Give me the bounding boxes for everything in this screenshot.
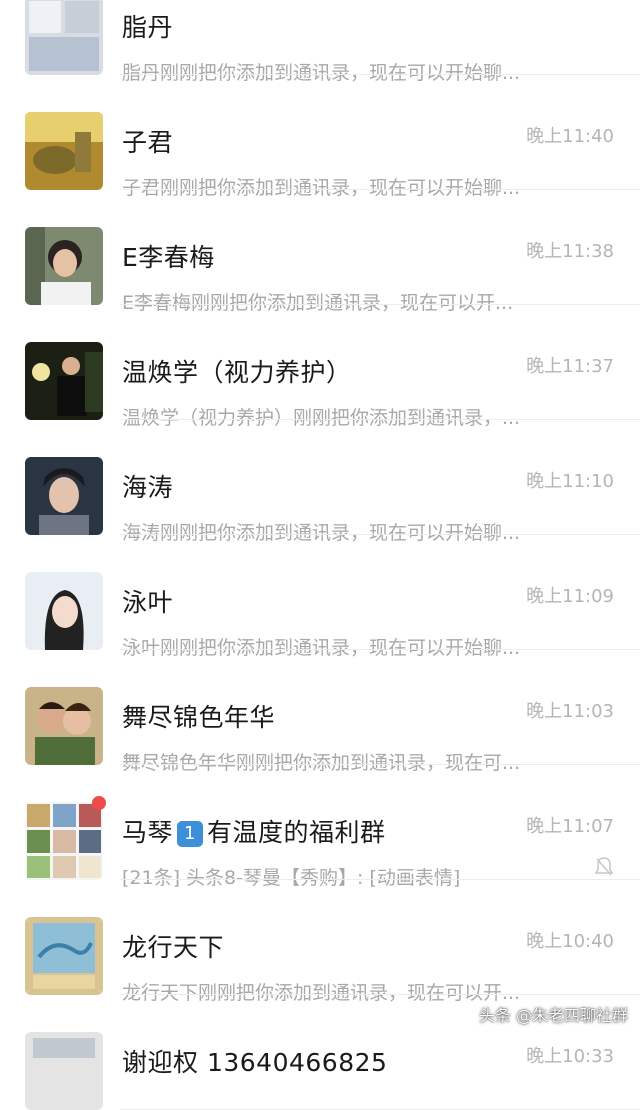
unread-dot bbox=[92, 796, 106, 810]
avatar bbox=[25, 0, 103, 75]
watermark: 头条 @朱老四聊社群 bbox=[478, 1006, 628, 1025]
avatar bbox=[25, 457, 103, 535]
chat-name-part: 有温度的福利群 bbox=[207, 818, 386, 847]
chat-name: 谢迎权 13640466825 bbox=[122, 1048, 388, 1077]
chat-row[interactable]: 泳叶 泳叶刚刚把你添加到通讯录，现在可以开始聊... 晚上11:09 bbox=[0, 535, 640, 659]
keycap-number-badge: 1 bbox=[177, 821, 204, 847]
chat-time: 晚上11:40 bbox=[526, 126, 614, 147]
chat-time: 晚上11:09 bbox=[526, 586, 614, 607]
chat-name: 海涛 bbox=[122, 473, 174, 502]
avatar bbox=[25, 1032, 103, 1110]
chat-row[interactable]: 龙行天下 龙行天下刚刚把你添加到通讯录，现在可以开... 晚上10:40 bbox=[0, 880, 640, 1004]
chat-name: 马琴 1 有温度的福利群 bbox=[122, 813, 386, 849]
avatar bbox=[25, 342, 103, 420]
chat-name: E李春梅 bbox=[122, 243, 215, 272]
avatar bbox=[25, 572, 103, 650]
bell-mute-icon bbox=[594, 856, 614, 883]
chat-row[interactable]: 马琴 1 有温度的福利群 [21条] 头条8-琴曼【秀购】: [动画表情] 晚上11… bbox=[0, 765, 640, 889]
chat-name: 泳叶 bbox=[122, 588, 174, 617]
chat-name: 龙行天下 bbox=[122, 933, 225, 962]
chat-time: 晚上11:07 bbox=[526, 816, 614, 837]
chat-time: 晚上11:37 bbox=[526, 356, 614, 377]
chat-name: 舞尽锦色年华 bbox=[122, 703, 276, 732]
chat-name: 脂丹 bbox=[122, 13, 174, 42]
chat-row[interactable]: 海涛 海涛刚刚把你添加到通讯录，现在可以开始聊... 晚上11:10 bbox=[0, 420, 640, 544]
chat-row[interactable]: 舞尽锦色年华 舞尽锦色年华刚刚把你添加到通讯录，现在可... 晚上11:03 bbox=[0, 650, 640, 774]
group-avatar bbox=[25, 802, 103, 880]
chat-row[interactable]: E李春梅 E李春梅刚刚把你添加到通讯录，现在可以开... 晚上11:38 bbox=[0, 190, 640, 314]
avatar bbox=[25, 227, 103, 305]
chat-time: 晚上11:38 bbox=[526, 241, 614, 262]
chat-time: 晚上11:03 bbox=[526, 701, 614, 722]
chat-time: 晚上10:40 bbox=[526, 931, 614, 952]
chat-name: 温焕学（视力养护） bbox=[122, 358, 352, 387]
chat-time: 晚上11:10 bbox=[526, 471, 614, 492]
chat-row[interactable]: 子君 子君刚刚把你添加到通讯录，现在可以开始聊... 晚上11:40 bbox=[0, 75, 640, 199]
chat-row[interactable]: 脂丹 脂丹刚刚把你添加到通讯录，现在可以开始聊... bbox=[0, 0, 640, 84]
chat-row[interactable]: 温焕学（视力养护） 温焕学（视力养护）刚刚把你添加到通讯录，... 晚上11:3… bbox=[0, 305, 640, 429]
chat-time: 晚上10:33 bbox=[526, 1046, 614, 1067]
chat-list: 脂丹 脂丹刚刚把你添加到通讯录，现在可以开始聊... 子君 子君刚刚把你添加到通… bbox=[0, 0, 640, 1110]
avatar bbox=[25, 917, 103, 995]
avatar bbox=[25, 687, 103, 765]
avatar bbox=[25, 112, 103, 190]
chat-name-part: 马琴 bbox=[122, 818, 174, 847]
chat-name: 子君 bbox=[122, 128, 174, 157]
